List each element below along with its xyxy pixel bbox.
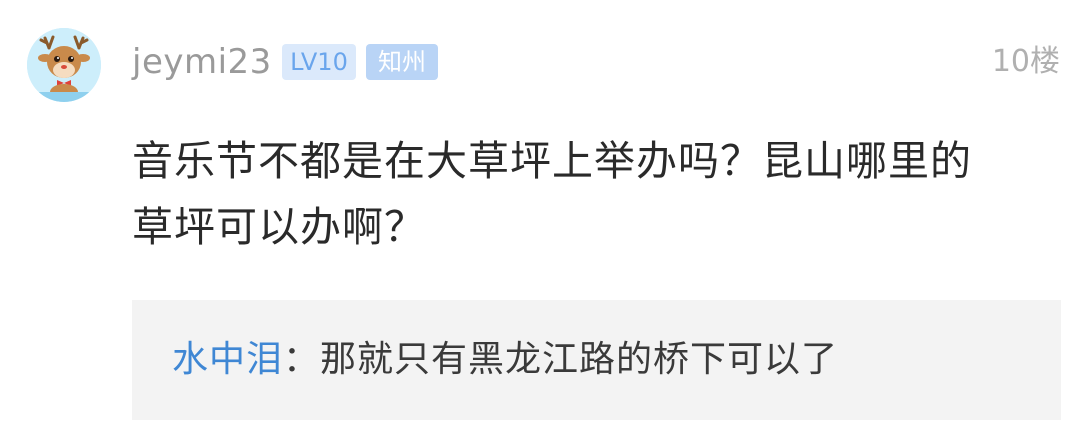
username[interactable]: jeymi23 xyxy=(132,40,272,84)
reply-author[interactable]: 水中泪 xyxy=(172,339,283,380)
reply-item[interactable]: 水中泪：那就只有黑龙江路的桥下可以了 xyxy=(172,334,838,386)
post-content: 音乐节不都是在大草坪上举办吗？昆山哪里的草坪可以办啊？ xyxy=(132,137,972,251)
location-badge: 知州 xyxy=(366,44,438,80)
level-badge: LV10 xyxy=(282,44,356,80)
deer-avatar-icon xyxy=(27,28,101,102)
reply-separator: ： xyxy=(283,339,321,380)
floor-number: 10楼 xyxy=(991,44,1060,79)
avatar[interactable] xyxy=(27,28,101,102)
reply-box[interactable]: 水中泪：那就只有黑龙江路的桥下可以了 xyxy=(132,300,1061,420)
reply-text: 那就只有黑龙江路的桥下可以了 xyxy=(320,339,839,380)
